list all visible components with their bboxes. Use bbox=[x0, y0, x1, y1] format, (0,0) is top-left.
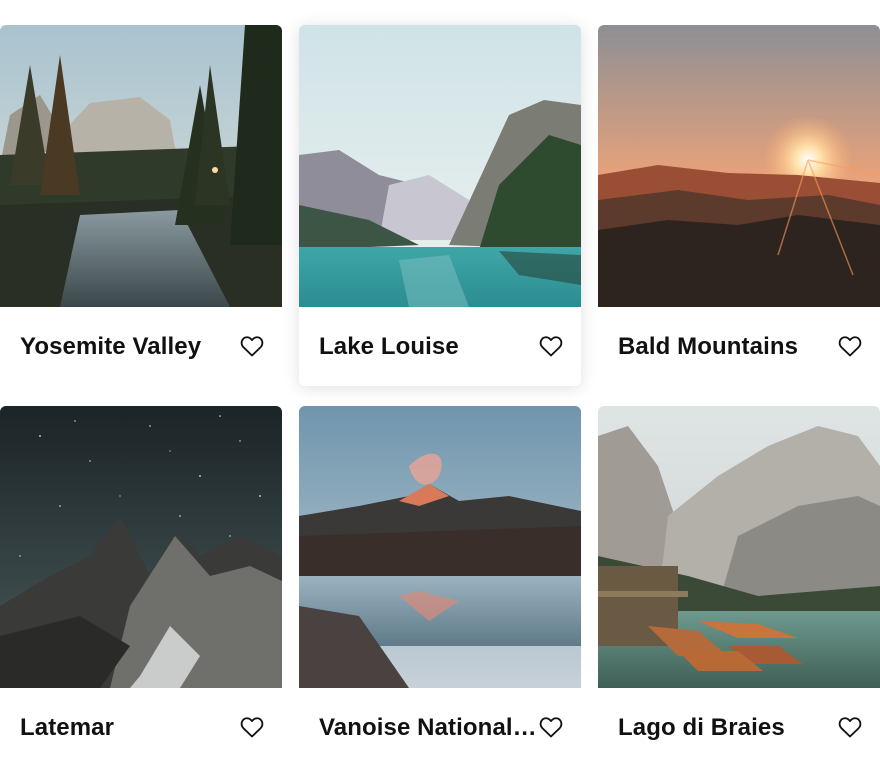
destination-photo[interactable] bbox=[299, 406, 581, 688]
heart-outline-icon[interactable] bbox=[838, 335, 862, 357]
card-info: Lake Louise bbox=[299, 307, 581, 386]
card-info: Yosemite Valley bbox=[0, 307, 282, 386]
bald-mountains-image bbox=[598, 25, 880, 307]
destination-title: Yosemite Valley bbox=[20, 333, 202, 360]
heart-outline-icon[interactable] bbox=[240, 335, 264, 357]
destination-title: Bald Mountains bbox=[618, 333, 799, 360]
destination-title: Vanoise National Park bbox=[319, 714, 539, 741]
heart-outline-icon[interactable] bbox=[539, 716, 563, 738]
heart-outline-icon[interactable] bbox=[240, 716, 264, 738]
destination-photo[interactable] bbox=[598, 406, 880, 688]
destination-photo[interactable] bbox=[0, 25, 282, 307]
destination-title: Latemar bbox=[20, 714, 115, 741]
card-info: Bald Mountains bbox=[598, 307, 880, 386]
lake-louise-image bbox=[299, 25, 581, 307]
heart-outline-icon[interactable] bbox=[539, 335, 563, 357]
destination-photo[interactable] bbox=[0, 406, 282, 688]
destination-card[interactable]: Lago di Braies bbox=[598, 406, 880, 767]
card-info: Latemar bbox=[0, 688, 282, 767]
vanoise-image bbox=[299, 406, 581, 688]
lago-di-braies-image bbox=[598, 406, 880, 688]
latemar-image bbox=[0, 406, 282, 688]
card-info: Lago di Braies bbox=[598, 688, 880, 767]
destination-photo[interactable] bbox=[598, 25, 880, 307]
card-info: Vanoise National Park bbox=[299, 688, 581, 767]
destination-grid: Yosemite Valley Lake Louise Bald Mountai… bbox=[0, 25, 880, 767]
destination-card[interactable]: Lake Louise bbox=[299, 25, 581, 386]
destination-card[interactable]: Yosemite Valley bbox=[0, 25, 282, 386]
yosemite-valley-image bbox=[0, 25, 282, 307]
destination-card[interactable]: Bald Mountains bbox=[598, 25, 880, 386]
destination-title: Lago di Braies bbox=[618, 714, 785, 741]
destination-photo[interactable] bbox=[299, 25, 581, 307]
destination-card[interactable]: Latemar bbox=[0, 406, 282, 767]
heart-outline-icon[interactable] bbox=[838, 716, 862, 738]
destination-title: Lake Louise bbox=[319, 333, 459, 360]
destination-card[interactable]: Vanoise National Park bbox=[299, 406, 581, 767]
